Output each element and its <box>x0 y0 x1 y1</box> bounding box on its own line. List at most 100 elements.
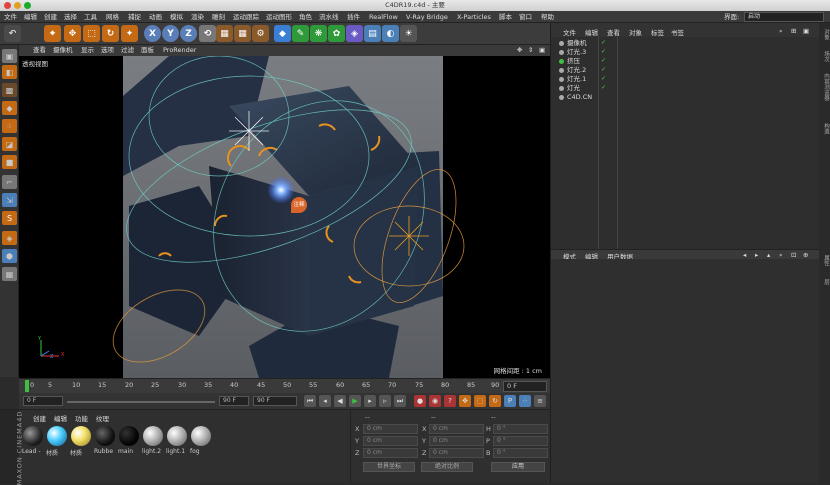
model-mode-icon[interactable]: ◧ <box>2 65 17 79</box>
mat-menu-function[interactable]: 功能 <box>75 413 88 423</box>
scale-icon[interactable]: ⬚ <box>83 25 100 42</box>
material-swatch[interactable] <box>46 426 68 450</box>
pos-x-field[interactable]: 0 cm <box>363 424 418 434</box>
record-icon[interactable]: ● <box>414 395 426 407</box>
material-swatch[interactable] <box>70 426 92 450</box>
visibility-check[interactable]: ✓ <box>601 48 606 56</box>
vp-menu-filter[interactable]: 过滤 <box>121 45 134 56</box>
size-mode-select[interactable]: 绝对比例 <box>421 462 473 472</box>
material-swatch[interactable] <box>190 426 212 450</box>
rot-p-field[interactable]: 0 ° <box>493 436 548 446</box>
pen-spline-icon[interactable]: ✎ <box>292 25 309 42</box>
enable-axis-icon[interactable]: ⌐ <box>2 175 17 189</box>
move-icon[interactable]: ✥ <box>64 25 81 42</box>
menu-plugins[interactable]: 插件 <box>347 11 360 23</box>
playhead-marker[interactable] <box>25 380 29 392</box>
vp-menu-display[interactable]: 显示 <box>81 45 94 56</box>
object-name[interactable]: 挤压 <box>567 57 580 65</box>
prev-key-icon[interactable]: ◂ <box>319 395 331 407</box>
menu-xparticles[interactable]: X-Particles <box>457 11 491 23</box>
timeline-ruler[interactable]: 0 5 10 15 20 25 30 35 40 45 50 55 60 65 … <box>19 378 550 393</box>
autokey-icon[interactable]: ◉ <box>429 395 441 407</box>
vp-menu-prorender[interactable]: ProRender <box>163 45 196 56</box>
coordinate-system-icon[interactable]: ⟲ <box>199 25 216 42</box>
start-frame-field[interactable]: 0 F <box>23 396 63 406</box>
recent-tool-icon[interactable]: ✦ <box>121 25 138 42</box>
menu-animate[interactable]: 动画 <box>149 11 162 23</box>
play-icon[interactable]: ▶ <box>349 395 361 407</box>
mat-menu-create[interactable]: 创建 <box>33 413 46 423</box>
live-select-icon[interactable]: ⌖ <box>44 25 61 42</box>
visibility-check[interactable]: ✓ <box>601 84 606 92</box>
tweak-icon[interactable]: ⇲ <box>2 193 17 207</box>
side-tab-structure[interactable]: 构造 <box>820 123 830 134</box>
subdivision-icon[interactable]: ❋ <box>310 25 327 42</box>
obj-menu-edit[interactable]: 编辑 <box>585 27 598 37</box>
key-scale-icon[interactable]: ⬚ <box>474 395 486 407</box>
obj-expand-icon[interactable]: ▣ <box>803 27 809 35</box>
menu-simulate[interactable]: 模拟 <box>170 11 183 23</box>
snap-icon[interactable]: S <box>2 211 17 225</box>
menu-motion-tracking[interactable]: 运动跟踪 <box>233 11 259 23</box>
menu-file[interactable]: 文件 <box>4 11 17 23</box>
x-axis-button[interactable]: X <box>144 25 161 42</box>
menu-vray[interactable]: V-Ray Bridge <box>406 11 448 23</box>
menu-mesh[interactable]: 网格 <box>106 11 119 23</box>
goto-start-icon[interactable]: ⏮ <box>304 395 316 407</box>
object-row[interactable]: 摄像机 ✓ <box>551 39 819 47</box>
grid-icon[interactable]: ▦ <box>2 267 17 281</box>
side-tab-objects[interactable]: 对象 <box>820 29 830 40</box>
mat-menu-edit[interactable]: 编辑 <box>54 413 67 423</box>
attr-new-icon[interactable]: ⊕ <box>803 251 808 259</box>
obj-menu-file[interactable]: 文件 <box>563 27 576 37</box>
z-axis-button[interactable]: Z <box>180 25 197 42</box>
object-name[interactable]: C4D.CN <box>567 93 592 101</box>
visibility-check[interactable]: ✓ <box>601 66 606 74</box>
object-row[interactable]: 挤压 ✓ <box>551 57 819 65</box>
object-name[interactable]: 灯光.3 <box>567 48 586 56</box>
object-manager-list[interactable]: 摄像机 ✓ 灯光.3 ✓ 挤压 ✓ 灯光.2 ✓ 灯光.1 ✓ 灯光 ✓ C4D… <box>551 37 819 252</box>
side-tab-layers[interactable]: 层 <box>820 279 830 285</box>
menu-edit[interactable]: 编辑 <box>24 11 37 23</box>
vp-menu-view[interactable]: 查看 <box>33 45 46 56</box>
rot-h-field[interactable]: 0 ° <box>493 424 548 434</box>
goto-end-icon[interactable]: ⏭ <box>394 395 406 407</box>
perspective-viewport[interactable]: 透视视图 注释 Y X Z 网格间距: 1 cm <box>19 56 550 378</box>
vp-zoom-icon[interactable]: ⇕ <box>528 45 533 56</box>
render-settings-icon[interactable]: ⚙ <box>252 25 269 42</box>
obj-menu-bookmarks[interactable]: 书签 <box>671 27 684 37</box>
prev-frame-icon[interactable]: ◀ <box>334 395 346 407</box>
material-swatch[interactable] <box>22 426 44 450</box>
keyframe-selection-icon[interactable]: ? <box>444 395 456 407</box>
vp-menu-panel[interactable]: 面板 <box>141 45 154 56</box>
edges-mode-icon[interactable]: ◪ <box>2 137 17 151</box>
annotation-tag[interactable]: 注释 <box>291 197 307 213</box>
polygons-mode-icon[interactable]: ■ <box>2 155 17 169</box>
menu-script[interactable]: 脚本 <box>499 11 512 23</box>
pos-y-field[interactable]: 0 cm <box>363 436 418 446</box>
points-mode-icon[interactable]: ⁘ <box>2 119 17 133</box>
apply-button[interactable]: 应用 <box>491 462 545 472</box>
vp-maximize-icon[interactable]: ▣ <box>539 45 545 56</box>
make-editable-icon[interactable]: ▣ <box>2 49 17 63</box>
menu-snap[interactable]: 捕捉 <box>128 11 141 23</box>
render-picture-viewer-icon[interactable]: ▦ <box>234 25 251 42</box>
workplane-icon[interactable]: ◆ <box>2 101 17 115</box>
material-swatch[interactable] <box>94 426 116 450</box>
coord-mode-select[interactable]: 世界坐标 <box>363 462 415 472</box>
object-row[interactable]: 灯光 ✓ <box>551 84 819 92</box>
visibility-check[interactable]: ✓ <box>601 57 606 65</box>
layout-select[interactable]: 启动 <box>744 12 824 22</box>
rot-b-field[interactable]: 0 ° <box>493 448 548 458</box>
material-swatch[interactable] <box>142 426 164 450</box>
maximize-dot[interactable] <box>24 2 31 9</box>
next-frame-icon[interactable]: ▸ <box>364 395 376 407</box>
planar-workplane-icon[interactable]: ⬢ <box>2 249 17 263</box>
side-tab-takes[interactable]: 场次 <box>820 51 830 62</box>
visibility-check[interactable]: ✓ <box>601 75 606 83</box>
key-position-icon[interactable]: ✥ <box>459 395 471 407</box>
obj-menu-object[interactable]: 对象 <box>629 27 642 37</box>
lock-workplane-icon[interactable]: ◈ <box>2 231 17 245</box>
key-parameter-icon[interactable]: P <box>504 395 516 407</box>
light-icon[interactable]: ☀ <box>400 25 417 42</box>
